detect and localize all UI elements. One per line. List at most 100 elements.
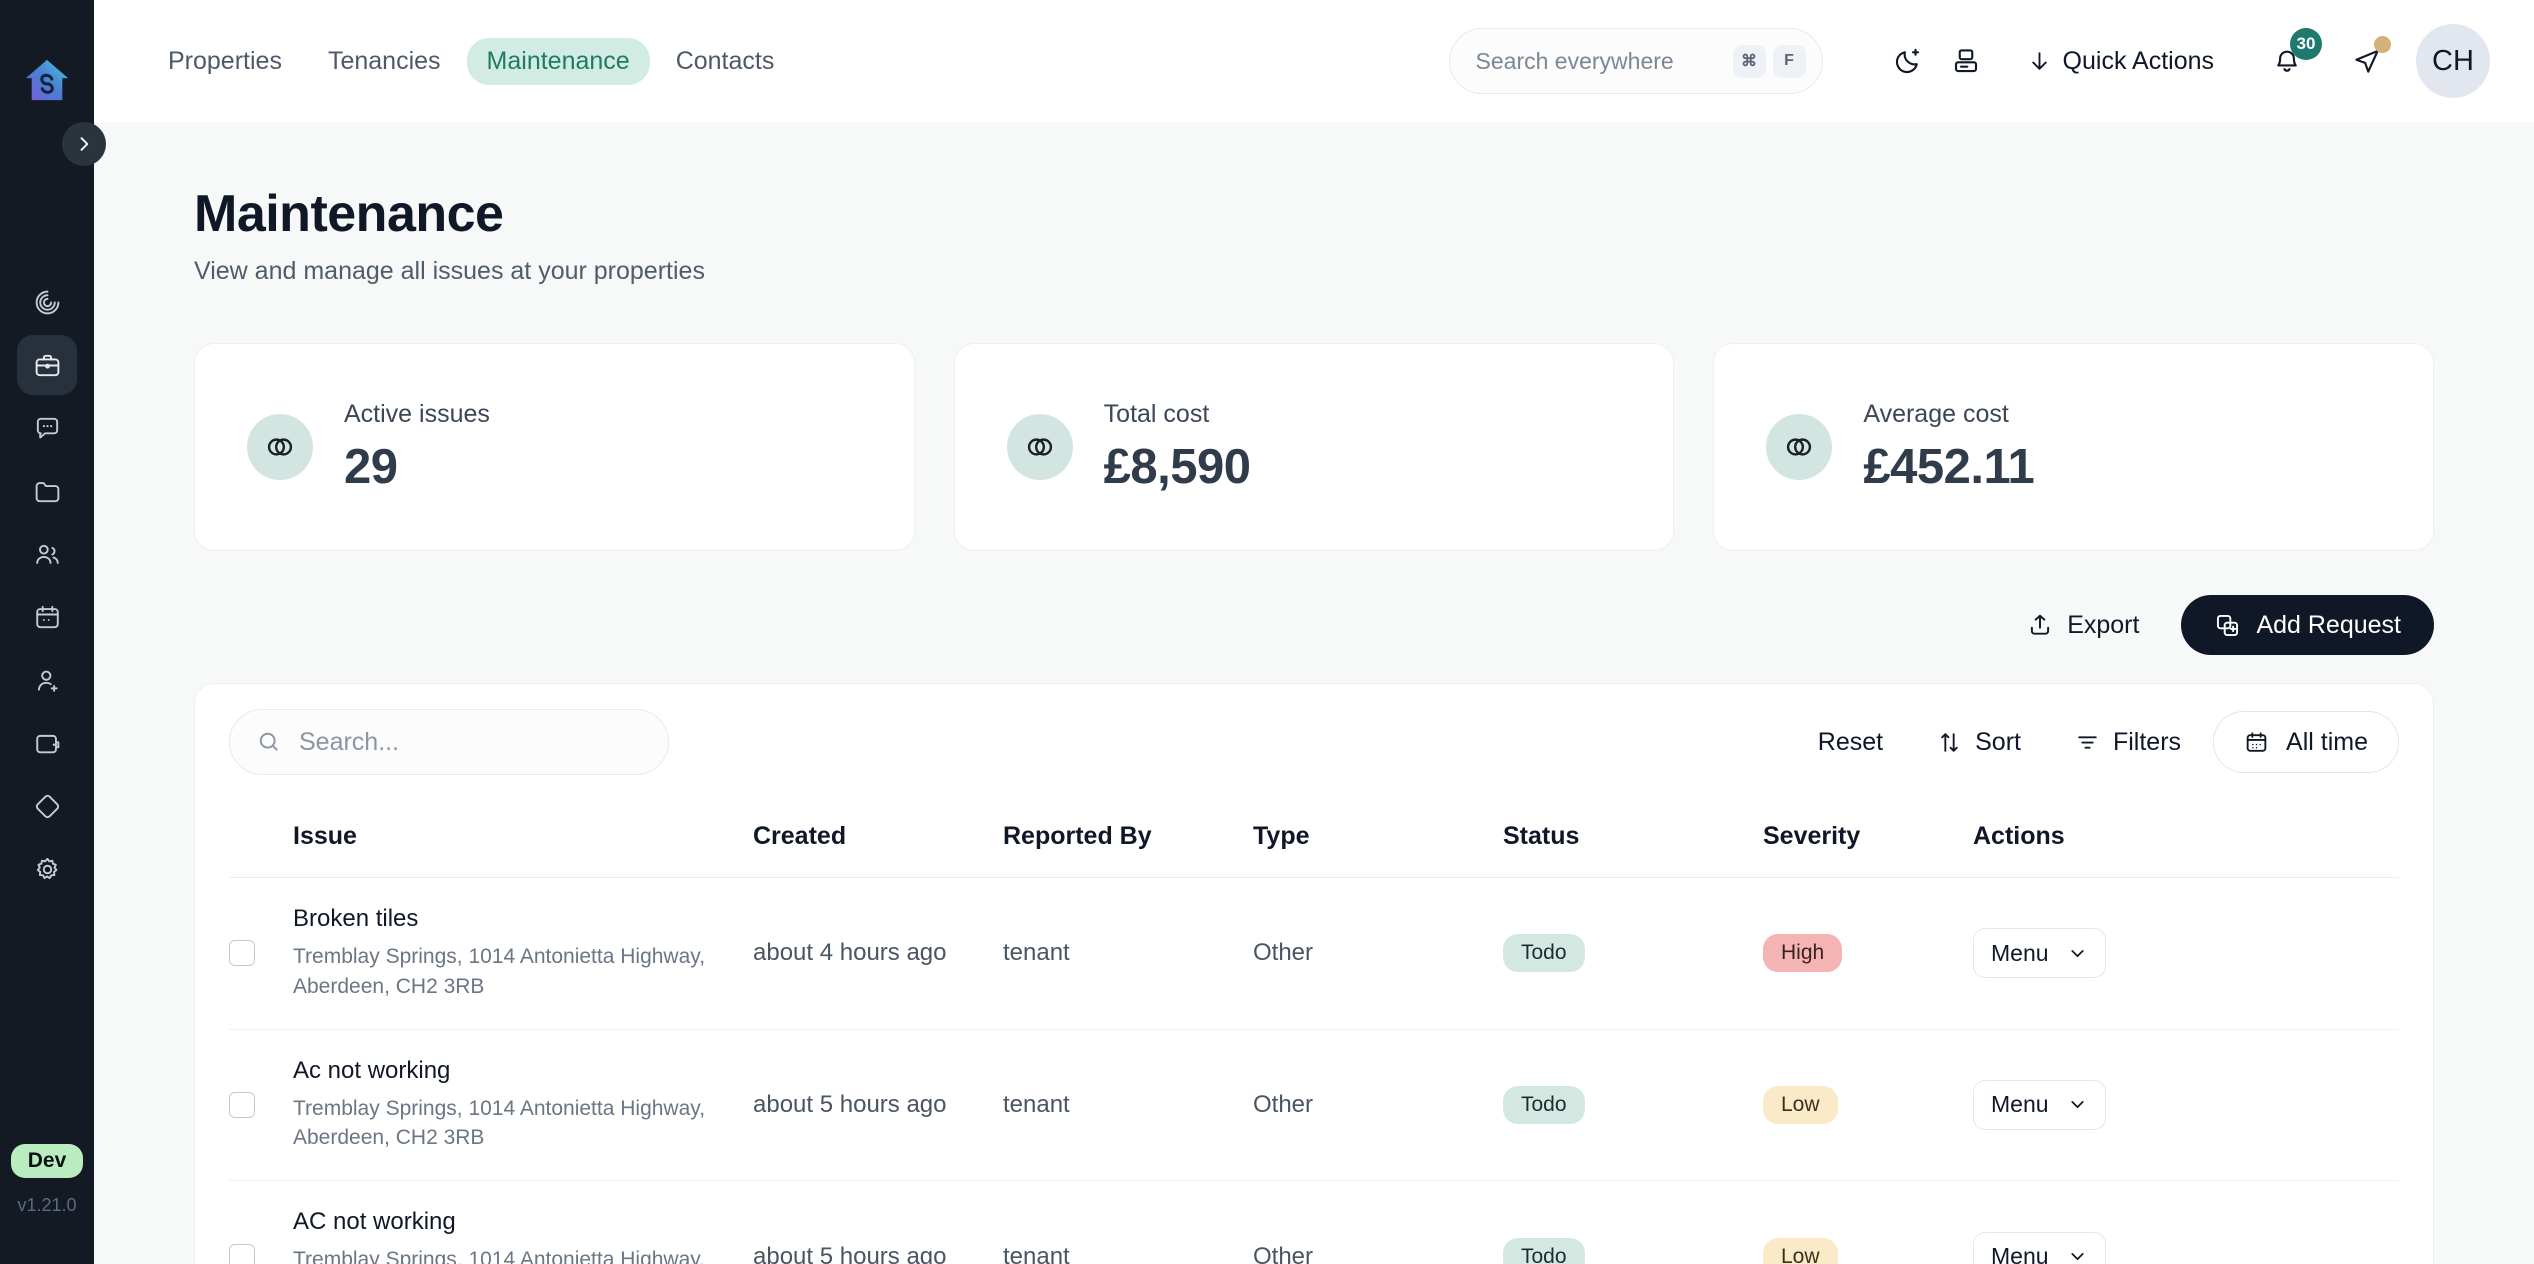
cell-created: about 5 hours ago xyxy=(753,1090,947,1118)
avatar[interactable]: CH xyxy=(2416,24,2490,98)
table-row[interactable]: Broken tiles Tremblay Springs, 1014 Anto… xyxy=(229,878,2399,1030)
issues-panel: Search... Reset Sort Filters All time Is… xyxy=(194,683,2434,1264)
column-reported-by[interactable]: Reported By xyxy=(1003,800,1253,878)
sidebar-item-messages[interactable] xyxy=(17,398,77,458)
row-menu-label: Menu xyxy=(1991,1243,2049,1264)
sort-button[interactable]: Sort xyxy=(1915,717,2043,768)
sidebar: Dev v1.21.0 xyxy=(0,0,94,1264)
sidebar-item-dashboard[interactable] xyxy=(17,272,77,332)
chevron-down-icon xyxy=(2070,949,2084,957)
nav-tab-properties[interactable]: Properties xyxy=(148,38,302,85)
row-checkbox-cell xyxy=(229,1181,293,1264)
diamond-icon xyxy=(35,794,59,818)
sidebar-expand-button[interactable] xyxy=(62,122,106,166)
cell-issue: AC not working Tremblay Springs, 1014 An… xyxy=(293,1181,753,1264)
arrow-down-icon xyxy=(2031,51,2047,70)
row-menu-button[interactable]: Menu xyxy=(1973,1231,2106,1264)
sidebar-item-integrations[interactable] xyxy=(17,776,77,836)
stat-label: Total cost xyxy=(1103,399,1210,428)
version-label: v1.21.0 xyxy=(17,1195,77,1215)
table-row[interactable]: AC not working Tremblay Springs, 1014 An… xyxy=(229,1181,2399,1264)
sidebar-item-contacts[interactable] xyxy=(17,524,77,584)
row-checkbox-cell xyxy=(229,1029,293,1181)
add-request-button[interactable]: Add Request xyxy=(2181,595,2434,655)
user-add-icon xyxy=(37,670,58,692)
cell-issue: Broken tiles Tremblay Springs, 1014 Anto… xyxy=(293,878,753,1030)
sidebar-item-add-user[interactable] xyxy=(17,650,77,710)
sidebar-item-calendar[interactable] xyxy=(17,587,77,647)
cell-severity: Low xyxy=(1763,1181,1973,1264)
gear-icon xyxy=(36,857,57,879)
messages-button[interactable] xyxy=(2338,32,2396,90)
export-label: Export xyxy=(2067,610,2140,639)
chevron-down-icon xyxy=(2070,1253,2084,1261)
app-logo[interactable] xyxy=(19,52,75,108)
row-checkbox[interactable] xyxy=(229,1091,255,1118)
reset-label: Reset xyxy=(1817,727,1884,756)
date-range-label: All time xyxy=(2286,727,2368,756)
stat-value: £452.11 xyxy=(1863,439,2035,494)
overlapping-circles-icon xyxy=(1787,438,1812,456)
nav-tab-maintenance[interactable]: Maintenance xyxy=(466,37,650,85)
quick-actions-button[interactable]: Quick Actions xyxy=(2013,39,2228,84)
sidebar-item-payments[interactable] xyxy=(17,713,77,773)
kbd-f: F xyxy=(1772,44,1806,78)
overlapping-circles-icon xyxy=(1027,438,1052,456)
page-title: Maintenance xyxy=(194,185,504,243)
status-badge: Todo xyxy=(1503,1237,1585,1264)
cell-status: Todo xyxy=(1503,878,1763,1030)
table-head: Issue Created Reported By Type Status Se… xyxy=(229,800,2399,878)
global-search-input[interactable]: Search everywhere ⌘ F xyxy=(1448,28,1823,94)
row-checkbox[interactable] xyxy=(229,1243,255,1264)
stat-label: Average cost xyxy=(1863,399,2009,428)
row-menu-button[interactable]: Menu xyxy=(1973,928,2106,979)
column-severity[interactable]: Severity xyxy=(1763,800,1973,878)
table-search-input[interactable]: Search... xyxy=(229,709,669,775)
date-range-button[interactable]: All time xyxy=(2213,711,2399,773)
house-s-logo-icon xyxy=(25,59,69,101)
cell-reported-by: tenant xyxy=(1003,1242,1070,1264)
cell-created: about 4 hours ago xyxy=(753,939,947,967)
theme-toggle-button[interactable] xyxy=(1879,32,1937,90)
table-row[interactable]: Ac not working Tremblay Springs, 1014 An… xyxy=(229,1029,2399,1181)
sidebar-item-settings[interactable] xyxy=(17,839,77,899)
table-search-placeholder: Search... xyxy=(299,727,400,756)
monitor-device-icon xyxy=(1954,49,1977,73)
sidebar-item-maintenance[interactable] xyxy=(17,335,77,395)
top-bar-right: Search everywhere ⌘ F Quick Actions 30 C… xyxy=(1448,24,2490,98)
filters-button[interactable]: Filters xyxy=(2053,717,2203,768)
filter-controls: Reset Sort Filters All time xyxy=(1796,711,2399,773)
calendar-icon xyxy=(2246,731,2267,752)
row-checkbox[interactable] xyxy=(229,940,255,967)
column-created[interactable]: Created xyxy=(753,800,1003,878)
stat-card-total-cost: Total cost £8,590 xyxy=(953,343,1675,551)
page-header: Maintenance View and manage all issues a… xyxy=(194,122,2434,286)
moon-star-icon xyxy=(1895,48,1919,74)
sidebar-footer: Dev v1.21.0 xyxy=(0,1144,94,1216)
stat-icon-wrap xyxy=(1766,414,1833,480)
add-request-label: Add Request xyxy=(2256,610,2401,639)
copy-plus-icon xyxy=(2217,614,2239,636)
device-preview-button[interactable] xyxy=(1937,32,1995,90)
notifications-button[interactable]: 30 xyxy=(2258,28,2322,90)
column-select-all xyxy=(229,800,293,878)
export-button[interactable]: Export xyxy=(2021,601,2145,650)
reset-button[interactable]: Reset xyxy=(1796,717,1905,768)
row-menu-label: Menu xyxy=(1991,939,2049,966)
sidebar-item-documents[interactable] xyxy=(17,461,77,521)
calendar-icon xyxy=(35,605,59,628)
column-issue[interactable]: Issue xyxy=(293,800,753,878)
nav-tab-contacts[interactable]: Contacts xyxy=(656,38,795,85)
cell-issue: Ac not working Tremblay Springs, 1014 An… xyxy=(293,1029,753,1181)
filter-bar: Search... Reset Sort Filters All time xyxy=(229,684,2399,800)
column-status[interactable]: Status xyxy=(1503,800,1763,878)
wallet-icon xyxy=(35,734,59,753)
kbd-command: ⌘ xyxy=(1732,44,1766,78)
env-badge: Dev xyxy=(10,1144,84,1178)
row-menu-button[interactable]: Menu xyxy=(1973,1079,2106,1130)
filter-icon xyxy=(2078,735,2097,749)
page-subtitle: View and manage all issues at your prope… xyxy=(194,257,705,285)
column-type[interactable]: Type xyxy=(1253,800,1503,878)
nav-tab-tenancies[interactable]: Tenancies xyxy=(308,38,461,85)
briefcase-icon xyxy=(35,354,59,376)
